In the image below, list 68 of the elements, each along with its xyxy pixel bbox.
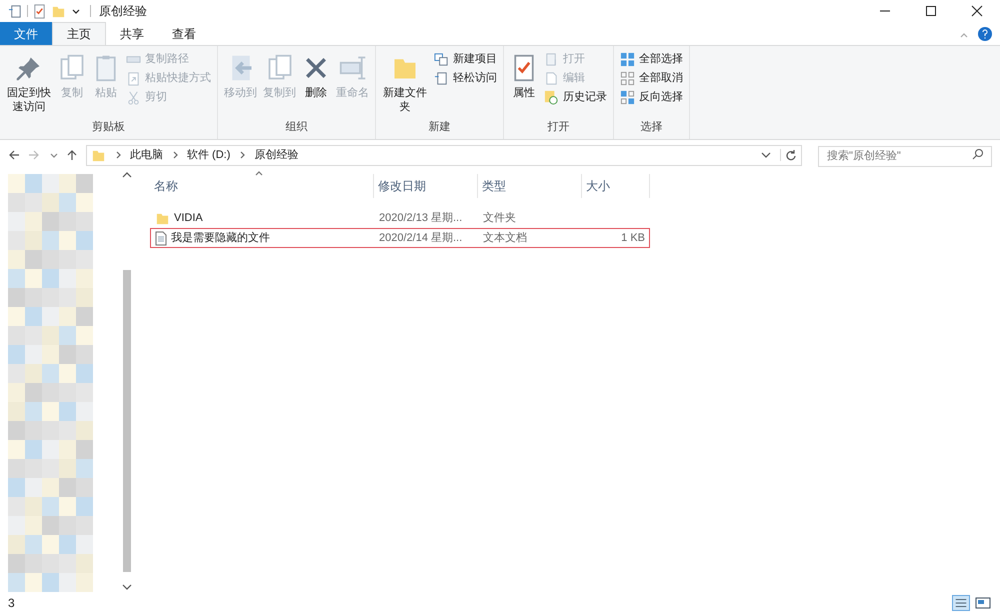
ribbon-tab[interactable]: 文件 xyxy=(0,22,52,45)
chevron-icon xyxy=(114,150,122,160)
documents-icon xyxy=(266,54,294,82)
document-icon xyxy=(8,4,23,18)
text-file-icon xyxy=(155,230,167,246)
address-bar[interactable]: 此电脑 软件 (D:) 原创经验 xyxy=(86,144,802,166)
details-view-icon[interactable] xyxy=(952,595,970,611)
group-label: 选择 xyxy=(640,120,664,134)
ribbon-button[interactable]: 删除 xyxy=(300,50,332,118)
scissors-icon xyxy=(126,90,141,105)
history-icon xyxy=(544,90,559,105)
group-label: 打开 xyxy=(546,120,570,134)
table-cell-text: 文件夹 xyxy=(482,210,517,226)
edit-icon xyxy=(544,71,559,86)
ribbon-button[interactable]: 轻松访问 xyxy=(432,69,499,88)
ribbon-button[interactable]: 新建文件夹 xyxy=(380,50,430,118)
ribbon-button[interactable]: 全部取消 xyxy=(618,69,685,88)
grid-icon xyxy=(620,52,635,67)
group-label: 组织 xyxy=(284,120,308,134)
window-title: 原创经验 xyxy=(99,3,147,20)
up-icon[interactable] xyxy=(66,149,78,161)
group-label: 新建 xyxy=(428,120,452,134)
grid-icon xyxy=(620,90,635,105)
table-cell-text: 2020/2/13 星期... xyxy=(378,210,464,226)
scroll-down-icon[interactable] xyxy=(121,582,133,592)
ribbon-button[interactable]: 反向选择 xyxy=(618,88,685,107)
column-header[interactable]: 修改日期 xyxy=(374,174,478,198)
checked-document-icon xyxy=(32,4,47,18)
breadcrumb[interactable]: 此电脑 xyxy=(130,146,163,164)
breadcrumb[interactable]: 软件 (D:) xyxy=(187,146,230,164)
file-name: VIDIA xyxy=(174,210,203,226)
shortcut-icon xyxy=(126,71,141,86)
ribbon-button[interactable]: 属性 xyxy=(508,50,540,118)
ribbon-tab[interactable]: 主页 xyxy=(52,22,106,45)
ribbon-button[interactable]: 新建项目 xyxy=(432,50,499,69)
chevron-icon xyxy=(238,150,246,160)
ribbon-tab[interactable]: 共享 xyxy=(106,22,158,45)
breadcrumb[interactable]: 原创经验 xyxy=(254,146,298,164)
file-name: 我是需要隐藏的文件 xyxy=(171,230,270,246)
file-row[interactable]: VIDIA 2020/2/13 星期... 文件夹 xyxy=(150,208,650,228)
status-text: 3 xyxy=(8,595,15,612)
table-cell-text: 2020/2/14 星期... xyxy=(378,230,464,246)
ribbon-button[interactable]: 固定到快速访问 xyxy=(4,50,54,118)
back-icon[interactable] xyxy=(8,149,20,161)
search-field[interactable]: 搜索"原创经验" xyxy=(818,146,992,166)
document-icon xyxy=(434,71,449,86)
documents-icon xyxy=(58,54,86,82)
scrollbar[interactable] xyxy=(120,170,134,592)
new-item-icon xyxy=(434,52,449,67)
search-icon[interactable] xyxy=(972,148,984,160)
refresh-icon[interactable] xyxy=(785,149,797,161)
help-icon[interactable] xyxy=(978,27,992,41)
ribbon-tab[interactable]: 查看 xyxy=(158,22,210,45)
table-cell-text: 1 KB xyxy=(620,230,646,246)
rename-icon xyxy=(338,54,366,82)
file-row[interactable]: 我是需要隐藏的文件 2020/2/14 星期... 文本文档 1 KB xyxy=(150,228,650,248)
ribbon-button[interactable]: 全部选择 xyxy=(618,50,685,69)
ribbon-button[interactable]: 历史记录 xyxy=(542,88,609,107)
table-cell-text: 文本文档 xyxy=(482,230,528,246)
scroll-up-icon[interactable] xyxy=(121,170,133,180)
column-header[interactable]: 大小 xyxy=(582,174,650,198)
column-header[interactable]: 名称 xyxy=(150,174,374,198)
sort-icon xyxy=(254,170,264,176)
thumbnails-view-icon[interactable] xyxy=(974,595,992,611)
group-label: 剪贴板 xyxy=(91,120,126,134)
column-header[interactable]: 类型 xyxy=(478,174,582,198)
grid-icon xyxy=(620,71,635,86)
chevron-icon xyxy=(171,150,179,160)
